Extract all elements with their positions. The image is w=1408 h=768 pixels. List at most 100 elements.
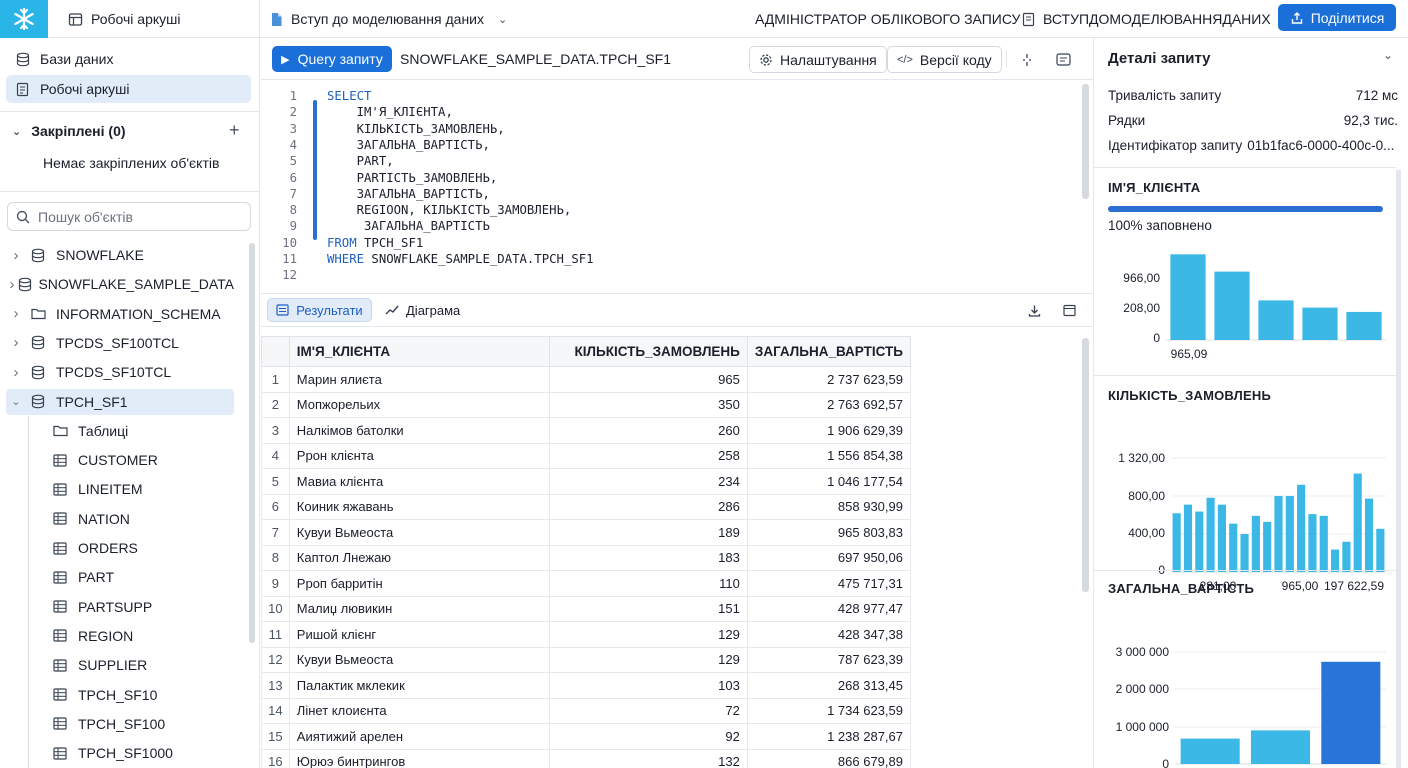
chevron-right-icon[interactable]: ›: [6, 305, 26, 322]
query-context[interactable]: SNOWFLAKE_SAMPLE_DATA.TPCH_SF1: [400, 38, 671, 80]
pinned-section-header[interactable]: ⌄ Закріплені (0): [12, 120, 126, 142]
sql-editor[interactable]: 1 SELECT 2 ІМ'Я_КЛІЄНТА, 3 КІЛЬКІСТЬ_ЗАМОВЛ…: [261, 80, 1079, 292]
tab-chart[interactable]: Діаграма: [385, 298, 460, 322]
chart-bar[interactable]: [1342, 541, 1351, 572]
panel-toggle-icon[interactable]: [1050, 46, 1077, 73]
table-row[interactable]: 11 Ришой клієнг 129 428 347,38: [261, 621, 912, 648]
tree-item[interactable]: CUSTOMER: [6, 447, 234, 473]
chart-bar[interactable]: [1364, 498, 1374, 572]
format-icon[interactable]: [1013, 46, 1040, 73]
chart-bar[interactable]: [1195, 511, 1204, 572]
chart-bar[interactable]: [1250, 730, 1311, 764]
role-selector[interactable]: АДМІНІСТРАТОР ОБЛІКОВОГО ЗАПИСУ: [755, 0, 1020, 38]
chart-bar[interactable]: [1206, 497, 1215, 572]
sidebar-item-databases[interactable]: Бази даних: [6, 45, 251, 73]
tree-item-label: TPCH_SF1: [56, 393, 128, 410]
chart-bar[interactable]: [1274, 496, 1283, 572]
code-versions-button[interactable]: </> Версії коду: [887, 46, 1002, 73]
tree-item[interactable]: TPCH_SF1000: [6, 740, 234, 766]
table-row[interactable]: 5 Мавиа клієнта 234 1 046 177,54: [261, 468, 912, 495]
chart-bar[interactable]: [1258, 300, 1294, 340]
chevron-right-icon[interactable]: ›: [6, 247, 26, 264]
chart-bar[interactable]: [1229, 523, 1238, 572]
sidebar-item-worksheets[interactable]: Робочі аркуші: [6, 75, 251, 103]
table-row[interactable]: 9 Рроп барритін 110 475 717,31: [261, 570, 912, 597]
column-header[interactable]: ІМ'Я_КЛІЄНТА: [288, 336, 550, 367]
tree-item[interactable]: › TPCDS_SF10TCL: [6, 359, 234, 385]
chart-bar[interactable]: [1353, 473, 1362, 572]
table-row[interactable]: 4 Ррон клієнта 258 1 556 854,38: [261, 442, 912, 469]
chart-bar[interactable]: [1172, 513, 1181, 572]
chart-bar[interactable]: [1214, 271, 1250, 340]
chevron-right-icon[interactable]: ›: [6, 364, 26, 381]
table-row[interactable]: 10 Малиџ лювикин 151 428 977,47: [261, 595, 912, 622]
tree-item[interactable]: › SNOWFLAKE: [6, 242, 234, 268]
chart-bar[interactable]: [1263, 521, 1272, 572]
chart-bar[interactable]: [1331, 549, 1340, 572]
object-search-input[interactable]: Пошук об'єктів: [7, 202, 251, 231]
chart-bar[interactable]: [1240, 534, 1249, 572]
chart-bar[interactable]: [1308, 514, 1317, 572]
details-scrollbar[interactable]: [1396, 170, 1401, 768]
tree-item[interactable]: PART: [6, 564, 234, 590]
tree-item[interactable]: TPCH_SF100: [6, 711, 234, 737]
table-row[interactable]: 16 Юрюэ бинтрингов 132 866 679,89: [261, 748, 912, 768]
chart-bar[interactable]: [1251, 515, 1260, 572]
share-button[interactable]: Поділитися: [1278, 4, 1396, 31]
worksheet-title-dropdown[interactable]: Вступ до моделювання даних ⌄: [270, 0, 507, 38]
collapse-icon[interactable]: ⌄: [1383, 48, 1393, 62]
tree-item[interactable]: REGION: [6, 623, 234, 649]
chart-bar[interactable]: [1170, 254, 1206, 340]
table-row[interactable]: 6 Коиник яжавань 286 858 930,99: [261, 493, 912, 520]
tree-item[interactable]: › TPCDS_SF100TCL: [6, 330, 234, 356]
tree-item[interactable]: Таблиці: [6, 418, 234, 444]
chart-bar[interactable]: [1319, 515, 1328, 572]
table-row[interactable]: 14 Лінет клоиєнта 72 1 734 623,59: [261, 697, 912, 724]
tree-item[interactable]: PARTSUPP: [6, 594, 234, 620]
tree-item[interactable]: NATION: [6, 506, 234, 532]
chart-bar[interactable]: [1217, 504, 1226, 572]
tree-item[interactable]: ORDERS: [6, 535, 234, 561]
tree-item[interactable]: TPCH_SF10: [6, 682, 234, 708]
query-id-row[interactable]: Ідентифікатор запиту 01b1fac6-0000-400c-…: [1108, 138, 1398, 153]
results-scrollbar[interactable]: [1082, 338, 1089, 592]
tree-item[interactable]: SUPPLIER: [6, 652, 234, 678]
chart-bar[interactable]: [1183, 504, 1193, 572]
download-icon[interactable]: [1021, 297, 1048, 324]
chart-bar[interactable]: [1285, 496, 1294, 572]
tree-item[interactable]: › INFORMATION_SCHEMA: [6, 301, 234, 327]
workspace-selector[interactable]: ВСТУПДОМОДЕЛЮВАННЯДАНИХ: [1022, 0, 1271, 38]
table-row[interactable]: 1 Марин ялиєта 965 2 737 623,59: [261, 366, 912, 393]
table-row[interactable]: 8 Каптол Лнежаю 183 697 950,06: [261, 544, 912, 571]
snowflake-logo-icon[interactable]: [0, 0, 48, 38]
chevron-right-icon[interactable]: ›: [6, 334, 26, 351]
run-query-button[interactable]: ▶ Query запиту: [272, 46, 392, 72]
column-header[interactable]: ЗАГАЛЬНА_ВАРТІСТЬ: [746, 336, 912, 367]
worksheets-tab[interactable]: Робочі аркуші: [68, 0, 181, 38]
chart-bar[interactable]: [1376, 528, 1385, 572]
tab-results[interactable]: Результати: [267, 298, 372, 322]
share-button-label: Поділитися: [1310, 9, 1385, 26]
table-row[interactable]: 12 Кувуи Вьмеоста 129 787 623,39: [261, 646, 912, 673]
add-pin-icon[interactable]: +: [229, 121, 240, 139]
chart-bar[interactable]: [1302, 307, 1338, 340]
tree-item[interactable]: › SNOWFLAKE_SAMPLE_DATA: [6, 271, 234, 297]
chevron-right-icon[interactable]: ›: [6, 276, 18, 293]
table-row[interactable]: 3 Налкімов батолки 260 1 906 629,39: [261, 417, 912, 444]
table-row[interactable]: 15 Аиятижий арелен 92 1 238 287,67: [261, 723, 912, 750]
chart-bar[interactable]: [1180, 738, 1240, 764]
settings-button[interactable]: Налаштування: [749, 46, 887, 73]
table-row[interactable]: 7 Кувуи Вьмеоста 189 965 803,83: [261, 519, 912, 546]
chart-bar[interactable]: [1346, 311, 1382, 340]
tree-item[interactable]: ⌄ TPCH_SF1: [6, 388, 234, 415]
tree-item[interactable]: LINEITEM: [6, 476, 234, 502]
table-row[interactable]: 2 Мопжорельих 350 2 763 692,57: [261, 391, 912, 418]
chevron-down-icon[interactable]: ⌄: [6, 395, 26, 408]
column-header[interactable]: КІЛЬКІСТЬ_ЗАМОВЛЕНЬ: [548, 336, 748, 367]
sidebar-scrollbar[interactable]: [249, 243, 255, 643]
chart-bar[interactable]: [1297, 484, 1306, 572]
table-row[interactable]: 13 Палактик мклекик 103 268 313,45: [261, 672, 912, 699]
chart-bar[interactable]: [1321, 661, 1381, 764]
expand-panel-icon[interactable]: [1056, 297, 1083, 324]
editor-scrollbar[interactable]: [1082, 84, 1089, 199]
